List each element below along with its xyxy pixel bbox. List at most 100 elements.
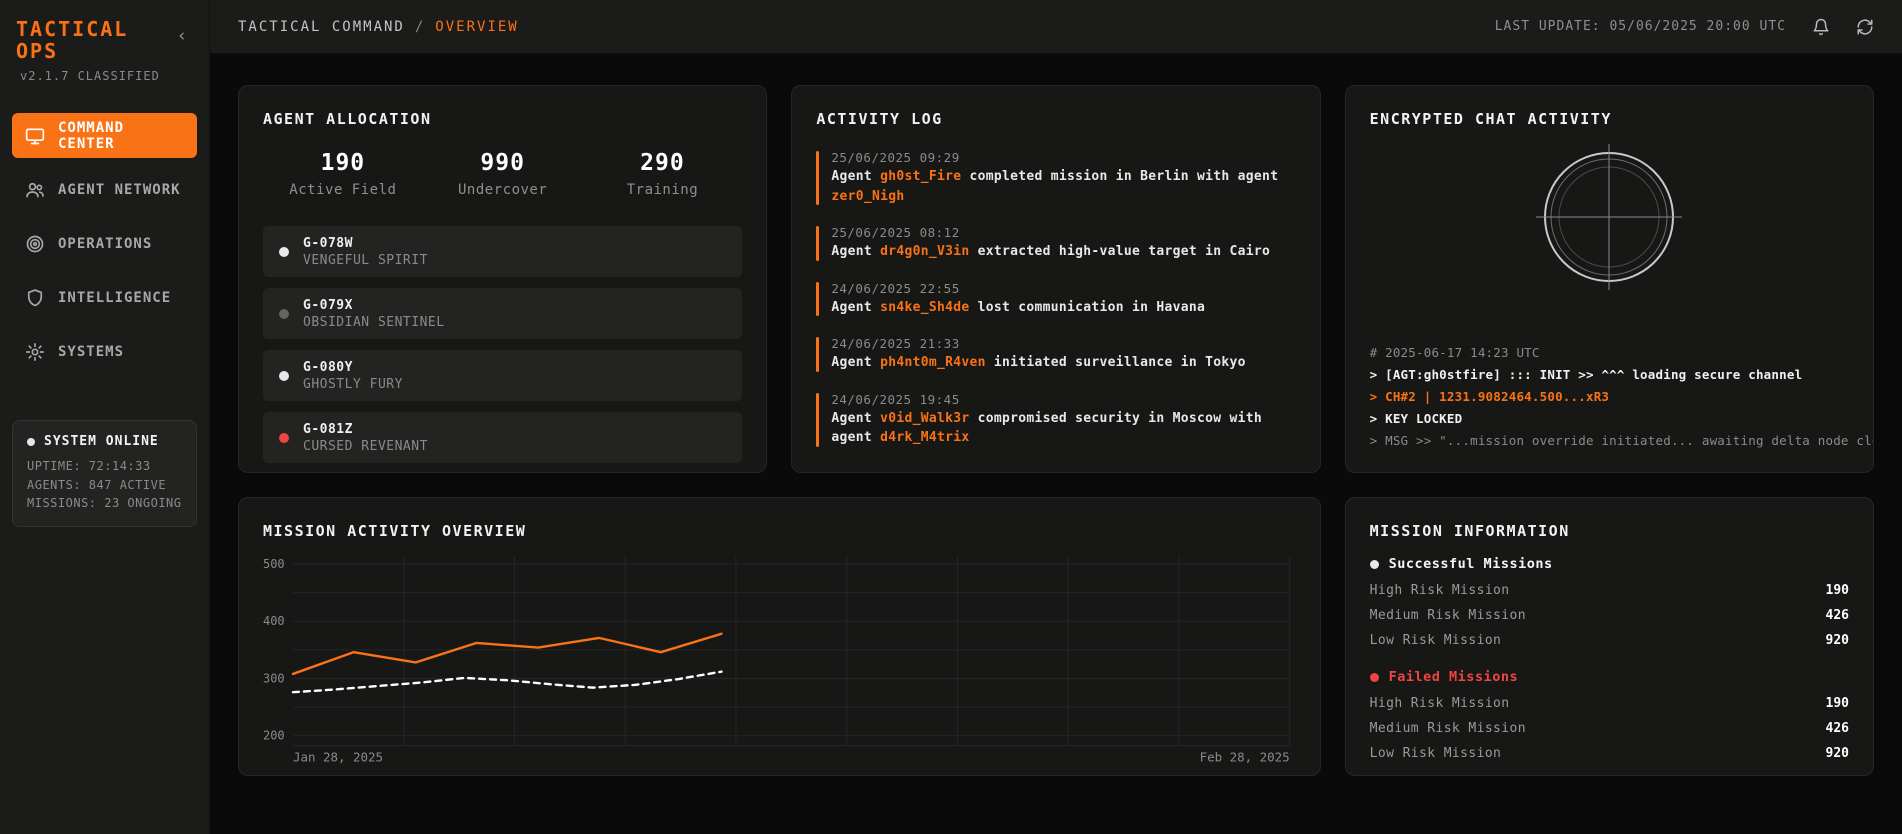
agent-status-dot xyxy=(279,308,289,319)
sidebar-item-command-center[interactable]: COMMAND CENTER xyxy=(12,113,197,158)
system-status-label: SYSTEM ONLINE xyxy=(44,434,159,449)
system-status-panel: SYSTEM ONLINE UPTIME: 72:14:33 AGENTS: 8… xyxy=(12,420,197,527)
agent-row-g-079x[interactable]: G-079X OBSIDIAN SENTINEL xyxy=(263,288,743,339)
sidebar-nav: COMMAND CENTER AGENT NETWORK OPERATIONS INT… xyxy=(12,113,197,374)
chart-series-dashed-white xyxy=(291,670,723,694)
mission-section-label: Failed Missions xyxy=(1388,669,1519,685)
agent-identity: G-078W VENGEFUL SPIRIT xyxy=(303,236,428,268)
log-timestamp: 25/06/2025 09:29 xyxy=(831,150,960,165)
agent-codename: OBSIDIAN SENTINEL xyxy=(303,314,445,330)
gear-icon xyxy=(25,342,45,362)
svg-text:200: 200 xyxy=(263,729,285,743)
mission-rows: High Risk Mission 190 Medium Risk Mission 4… xyxy=(1370,578,1849,653)
mission-row-medium-risk-mission: Medium Risk Mission 426 xyxy=(1370,603,1849,628)
log-text: Agent xyxy=(831,299,881,315)
activity-log-entry-3: 24/06/2025 22:55 Agent sn4ke_Sh4de lost c… xyxy=(816,281,1295,318)
agent-row-g-081z[interactable]: G-081Z CURSED REVENANT xyxy=(263,412,743,463)
dashboard-grid: AGENT ALLOCATION 190 Active Field 990 Under… xyxy=(238,85,1874,776)
agent-row-g-078w[interactable]: G-078W VENGEFUL SPIRIT xyxy=(263,226,743,277)
agent-name-link[interactable]: v0id_Walk3r xyxy=(880,411,969,426)
monitor-icon xyxy=(25,126,45,146)
mission-activity-title: MISSION ACTIVITY OVERVIEW xyxy=(263,522,527,540)
agent-status-dot xyxy=(279,246,289,257)
sidebar-item-agent-network[interactable]: AGENT NETWORK xyxy=(12,167,197,212)
success-status-dot xyxy=(1369,559,1379,569)
breadcrumb-root[interactable]: TACTICAL COMMAND xyxy=(238,19,405,35)
svg-text:Feb 28, 2025: Feb 28, 2025 xyxy=(1200,750,1290,764)
log-message: Agent gh0st_Fire completed mission in Be… xyxy=(831,167,1295,206)
sidebar-item-operations[interactable]: OPERATIONS xyxy=(12,221,197,266)
main-area: TACTICAL COMMAND / OVERVIEW LAST UPDATE:… xyxy=(210,0,1902,834)
terminal-line-4: > KEY LOCKED xyxy=(1369,411,1463,426)
mission-section-failed-missions: Failed Missions High Risk Mission 190 Mediu… xyxy=(1369,669,1849,766)
mission-info-card: MISSION INFORMATION Successful Missions H… xyxy=(1344,497,1874,776)
mission-row-label: Medium Risk Mission xyxy=(1369,721,1526,736)
terminal-line-5: > MSG >> "...mission override initiated.… xyxy=(1369,433,1873,448)
agent-identity: G-081Z CURSED REVENANT xyxy=(303,422,428,454)
agent-codename: CURSED REVENANT xyxy=(303,438,428,454)
log-text: Agent xyxy=(831,244,881,259)
encrypted-chat-title: ENCRYPTED CHAT ACTIVITY xyxy=(1369,110,1612,128)
bell-icon[interactable] xyxy=(1812,18,1830,36)
agent-name-link[interactable]: dr4g0n_V3in xyxy=(880,244,969,259)
mission-row-high-risk-mission: High Risk Mission 190 xyxy=(1370,578,1849,603)
brand: TACTICAL OPS v2.1.7 CLASSIFIED ‹ xyxy=(12,16,197,83)
agent-list: G-078W VENGEFUL SPIRIT G-079X OBSIDIAN SENT… xyxy=(263,226,743,463)
log-text: extracted high-value target in Cairo xyxy=(969,244,1271,259)
mission-row-label: High Risk Mission xyxy=(1369,696,1510,711)
radar-scope-icon xyxy=(1536,144,1683,290)
mission-row-label: Low Risk Mission xyxy=(1369,633,1502,648)
allocation-stat-active-field: 190 Active Field xyxy=(263,150,423,198)
mission-row-label: High Risk Mission xyxy=(1369,583,1510,598)
terminal-line-3: > CH#2 | 1231.9082464.500...xR3 xyxy=(1369,389,1610,404)
log-timestamp: 24/06/2025 21:33 xyxy=(831,336,960,351)
agent-name-link[interactable]: d4rk_M4trix xyxy=(880,430,969,445)
agent-name-link[interactable]: zer0_Nigh xyxy=(831,189,904,204)
activity-log-entry-5: 24/06/2025 19:45 Agent v0id_Walk3r compro… xyxy=(816,392,1295,448)
mission-row-label: Medium Risk Mission xyxy=(1369,608,1526,623)
mission-rows: High Risk Mission 190 Medium Risk Mission 4… xyxy=(1370,691,1849,766)
sidebar-item-label: OPERATIONS xyxy=(58,235,153,252)
content: AGENT ALLOCATION 190 Active Field 990 Under… xyxy=(210,54,1902,834)
stat-value: 290 xyxy=(640,150,685,176)
breadcrumb: TACTICAL COMMAND / OVERVIEW xyxy=(238,19,519,35)
activity-log-card: ACTIVITY LOG 25/06/2025 09:29 Agent gh0st… xyxy=(791,85,1321,473)
agent-name-link[interactable]: gh0st_Fire xyxy=(880,169,961,184)
mission-row-medium-risk-mission: Medium Risk Mission 426 xyxy=(1370,716,1849,741)
breadcrumb-current: OVERVIEW xyxy=(435,18,519,35)
log-text: Agent xyxy=(831,169,881,184)
target-icon xyxy=(25,234,45,254)
top-bar-right: LAST UPDATE: 05/06/2025 20:00 UTC xyxy=(1495,18,1874,36)
chevron-left-icon[interactable]: ‹ xyxy=(171,24,193,49)
activity-log-title: ACTIVITY LOG xyxy=(816,110,943,128)
agent-name-link[interactable]: ph4nt0m_R4ven xyxy=(880,355,986,370)
terminal-feed: # 2025-06-17 14:23 UTC > [AGT:gh0stfire] … xyxy=(1369,345,1873,448)
agents-line: AGENTS: 847 ACTIVE xyxy=(27,477,167,492)
log-message: Agent ph4nt0m_R4ven initiated surveillan… xyxy=(831,353,1295,373)
log-timestamp: 25/06/2025 08:12 xyxy=(831,225,960,240)
sidebar-item-label: SYSTEMS xyxy=(58,343,125,360)
mission-row-label: Low Risk Mission xyxy=(1369,746,1502,761)
stat-value: 190 xyxy=(320,150,366,176)
failed-status-dot xyxy=(1369,672,1379,682)
users-icon xyxy=(25,180,45,200)
agent-codename: VENGEFUL SPIRIT xyxy=(303,252,428,268)
top-bar: TACTICAL COMMAND / OVERVIEW LAST UPDATE:… xyxy=(210,0,1902,54)
agent-row-g-080y[interactable]: G-080Y GHOSTLY FURY xyxy=(263,350,743,401)
stat-label: Active Field xyxy=(289,182,397,198)
mission-row-value: 190 xyxy=(1825,696,1849,711)
log-message: Agent sn4ke_Sh4de lost communication in … xyxy=(831,298,1295,318)
mission-section-header: Successful Missions xyxy=(1369,556,1849,572)
sidebar-item-systems[interactable]: SYSTEMS xyxy=(12,329,197,374)
agent-id: G-080Y xyxy=(303,359,353,375)
agent-name-link[interactable]: sn4ke_Sh4de xyxy=(880,300,969,315)
online-status-dot xyxy=(27,437,35,446)
agent-status-dot xyxy=(279,370,289,381)
sidebar-item-label: COMMAND CENTER xyxy=(58,119,125,152)
refresh-icon[interactable] xyxy=(1856,18,1874,36)
stat-label: Training xyxy=(626,182,699,198)
log-text: completed mission in Berlin with agent xyxy=(961,169,1279,184)
log-message: Agent v0id_Walk3r compromised security i… xyxy=(831,409,1295,448)
sidebar-item-intelligence[interactable]: INTELLIGENCE xyxy=(12,275,197,320)
mission-row-high-risk-mission: High Risk Mission 190 xyxy=(1370,691,1849,716)
